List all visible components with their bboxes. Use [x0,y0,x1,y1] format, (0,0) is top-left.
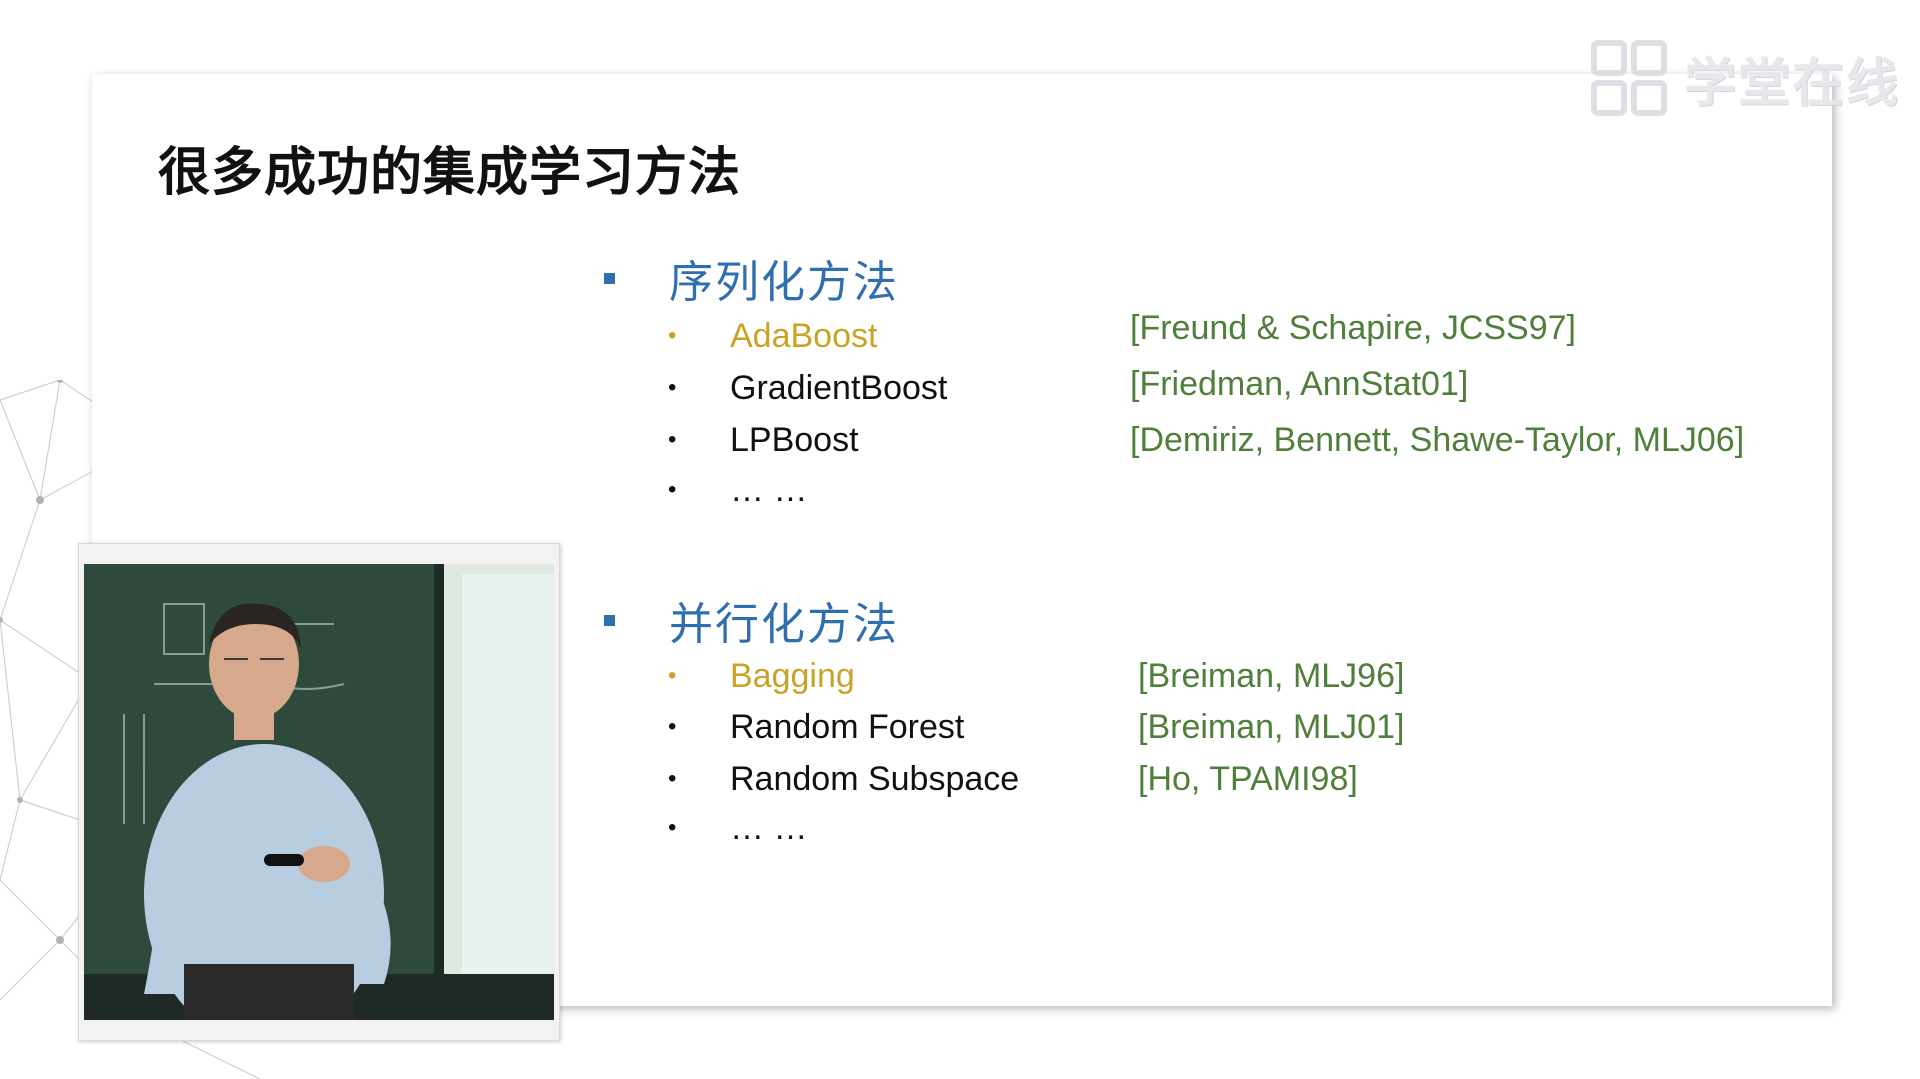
method-name: LPBoost [730,421,859,459]
section-header: 序列化方法 [600,248,899,308]
lecturer-video-inset[interactable] [78,543,560,1041]
watermark-text: 学堂在线 [1684,53,1901,114]
square-bullet-icon [604,272,615,284]
bullet-dot-icon: • [668,765,677,792]
section-title: 并行化方法 [669,599,899,650]
method-reference: [Friedman, AnnStat01] [1130,365,1469,403]
method-name: Random Forest [730,708,965,746]
list-item-lpboost: • LPBoost [Demiriz, Bennett, Shawe-Taylo… [600,420,1800,460]
bullet-dot-icon: • [668,426,677,453]
method-name: Random Subspace [730,760,1020,798]
list-item-random-forest: • Random Forest [Breiman, MLJ01] [600,707,1800,747]
list-item-adaboost: • AdaBoost [Freund & Schapire, JCSS97] [600,309,1800,356]
method-reference: [Freund & Schapire, JCSS97] [1130,309,1577,347]
method-reference: [Ho, TPAMI98] [1138,760,1358,798]
xuetangx-logo-icon [1591,40,1667,116]
bullet-dot-icon: • [668,713,677,740]
method-name: AdaBoost [730,317,878,355]
list-item-ellipsis: • … … [600,470,1800,510]
watermark: 学堂在线 [1588,36,1900,120]
section-sequential: 序列化方法 • AdaBoost [Freund & Schapire, JCS… [600,248,1744,509]
square-bullet-icon [604,614,615,626]
list-item-gradientboost: • GradientBoost [Friedman, AnnStat01] [600,365,1800,408]
method-name: … … [730,809,808,847]
method-reference: [Breiman, MLJ01] [1138,708,1405,746]
list-item-ellipsis: • … … [600,808,1800,848]
bullet-dot-icon: • [668,476,677,503]
bullet-dot-icon: • [668,374,677,401]
method-name: Bagging [730,657,855,695]
method-name: … … [730,471,808,509]
bullet-dot-icon: • [668,814,677,841]
method-name: GradientBoost [730,369,948,407]
slide-title: 很多成功的集成学习方法 [158,143,742,203]
bullet-dot-icon: • [668,322,677,349]
list-item-bagging: • Bagging [Breiman, MLJ96] [600,656,1800,696]
section-title: 序列化方法 [669,257,899,308]
list-item-random-subspace: • Random Subspace [Ho, TPAMI98] [600,759,1800,799]
bullet-dot-icon: • [668,662,677,689]
section-parallel: 并行化方法 • Bagging [Breiman, MLJ96] • Rando… [600,590,1404,847]
section-header: 并行化方法 [600,590,899,650]
lecturer-video-frame [84,564,554,1020]
method-reference: [Demiriz, Bennett, Shawe-Taylor, MLJ06] [1130,421,1745,459]
method-reference: [Breiman, MLJ96] [1138,657,1405,695]
